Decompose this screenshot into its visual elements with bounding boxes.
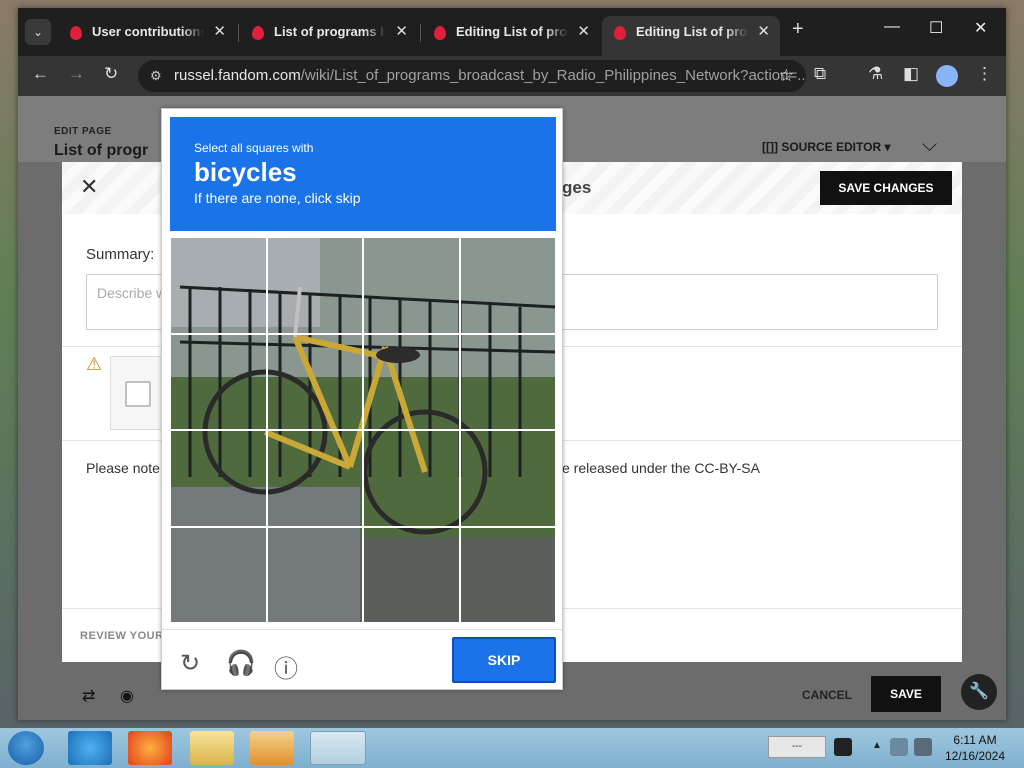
license-note-start: Please note	[86, 460, 160, 476]
warning-icon: ⚠	[86, 354, 103, 374]
recaptcha-challenge: Select all squares with bicycles If ther…	[161, 108, 563, 690]
chevron-down-icon[interactable]: ⌵	[922, 134, 937, 157]
internet-explorer-icon[interactable]	[68, 731, 112, 765]
grid-tile[interactable]	[170, 430, 267, 527]
fandom-favicon-icon	[434, 26, 446, 40]
challenge-instruction: Select all squares with	[194, 141, 314, 155]
grid-tile[interactable]	[363, 526, 460, 623]
tab-label: Editing List of progr	[456, 24, 568, 39]
save-button[interactable]: SAVE	[871, 676, 941, 712]
summary-label: Summary:	[86, 246, 155, 263]
preview-eye-icon[interactable]: ◉	[120, 686, 134, 706]
tab-label: User contributions fo	[92, 24, 204, 39]
extensions-icon[interactable]: ⧉	[814, 64, 826, 84]
site-info-icon[interactable]: ⚙	[150, 60, 162, 92]
grid-tile[interactable]	[266, 237, 363, 334]
close-icon[interactable]: ✕	[80, 174, 98, 200]
grid-tile[interactable]	[459, 237, 556, 334]
menu-kebab-icon[interactable]: ⋮	[976, 64, 993, 84]
divider	[162, 629, 562, 630]
window-close-icon[interactable]: ✕	[974, 18, 987, 38]
close-tab-icon[interactable]: ✕	[577, 16, 590, 48]
tab-editing-list-active[interactable]: Editing List of progr ✕	[602, 16, 780, 56]
fandom-favicon-icon	[70, 26, 82, 40]
media-player-icon[interactable]	[250, 731, 294, 765]
maximize-icon[interactable]: ☐	[929, 18, 943, 38]
save-changes-button[interactable]: SAVE CHANGES	[820, 171, 952, 205]
tray-item[interactable]: ---	[768, 736, 826, 758]
profile-avatar-icon[interactable]	[936, 65, 958, 87]
dialog-title: ges	[562, 178, 592, 197]
bookmark-star-icon[interactable]: ☆	[779, 60, 794, 92]
reload-icon[interactable]: ↻	[104, 64, 118, 84]
grid-tile[interactable]	[170, 237, 267, 334]
skip-button[interactable]: SKIP	[452, 637, 556, 683]
fandom-favicon-icon	[614, 26, 626, 40]
grid-tile[interactable]	[266, 526, 363, 623]
grid-tile[interactable]	[459, 430, 556, 527]
volume-muted-icon[interactable]	[914, 738, 932, 756]
toolbar: ← → ↻ ⚙ russel.fandom.com/wiki/List_of_p…	[18, 56, 1006, 96]
minimize-icon[interactable]: —	[884, 18, 900, 36]
grid-tile[interactable]	[363, 430, 460, 527]
system-clock[interactable]: 6:11 AM 12/16/2024	[940, 732, 1010, 764]
tab-strip: ⌄ User contributions fo ✕ List of progra…	[18, 8, 1006, 56]
cancel-button[interactable]: CANCEL	[802, 688, 852, 702]
grid-tile[interactable]	[170, 333, 267, 430]
edit-page-label: EDIT PAGE	[54, 126, 112, 137]
recaptcha-checkbox[interactable]	[125, 381, 151, 407]
new-tab-icon[interactable]: +	[792, 18, 804, 41]
tab-list-of-programs[interactable]: List of programs bro ✕	[240, 16, 418, 56]
tab-user-contributions[interactable]: User contributions fo ✕	[58, 16, 236, 56]
info-icon[interactable]: ⓘ	[274, 649, 298, 684]
grid-tile[interactable]	[459, 526, 556, 623]
network-icon[interactable]	[890, 738, 908, 756]
grid-tile[interactable]	[170, 526, 267, 623]
tab-label: Editing List of progr	[636, 24, 748, 39]
license-note-end: e released under the CC-BY-SA	[562, 460, 760, 476]
address-bar[interactable]: ⚙ russel.fandom.com/wiki/List_of_program…	[138, 60, 806, 92]
challenge-header: Select all squares with bicycles If ther…	[170, 117, 556, 231]
grid-tile[interactable]	[459, 333, 556, 430]
fandom-favicon-icon	[252, 26, 264, 40]
tab-editing-list-1[interactable]: Editing List of progr ✕	[422, 16, 600, 56]
source-editor-toggle[interactable]: [[]] SOURCE EDITOR ▾	[762, 140, 890, 154]
close-tab-icon[interactable]: ✕	[213, 16, 226, 48]
firefox-icon[interactable]	[128, 731, 172, 765]
close-tab-icon[interactable]: ✕	[757, 16, 770, 48]
tab-search-button[interactable]: ⌄	[25, 19, 51, 45]
back-arrow-icon[interactable]: ←	[32, 64, 49, 84]
url-path: /wiki/List_of_programs_broadcast_by_Radi…	[300, 67, 806, 84]
page-title: List of progr	[54, 142, 149, 159]
url-host: russel.fandom.com	[174, 67, 301, 84]
wrench-tools-icon[interactable]: 🔧	[961, 674, 997, 710]
challenge-target: bicycles	[194, 157, 297, 187]
windows-taskbar: --- ▲ 6:11 AM 12/16/2024	[0, 728, 1024, 768]
battery-icon[interactable]	[834, 738, 852, 756]
grid-tile[interactable]	[266, 430, 363, 527]
clock-time: 6:11 AM	[953, 733, 997, 747]
challenge-subtext: If there are none, click skip	[194, 190, 361, 206]
grid-tile[interactable]	[363, 237, 460, 334]
start-button-icon[interactable]	[8, 731, 44, 765]
side-panel-icon[interactable]: ◧	[903, 64, 919, 84]
diff-view-icon[interactable]: ⇄	[82, 686, 95, 706]
forward-arrow-icon[interactable]: →	[68, 64, 85, 84]
labs-flask-icon[interactable]: ⚗	[868, 64, 883, 84]
close-tab-icon[interactable]: ✕	[395, 16, 408, 48]
challenge-image-grid	[170, 237, 556, 623]
clock-date: 12/16/2024	[944, 749, 1006, 763]
file-explorer-icon[interactable]	[190, 731, 234, 765]
show-hidden-icons[interactable]: ▲	[872, 740, 882, 754]
audio-headphones-icon[interactable]: 🎧	[226, 649, 256, 678]
reload-challenge-icon[interactable]: ↻	[180, 649, 200, 678]
chrome-taskbar-icon[interactable]	[310, 731, 366, 765]
review-changes-label[interactable]: REVIEW YOUR	[80, 630, 164, 642]
tab-label: List of programs bro	[274, 24, 386, 39]
grid-tile[interactable]	[363, 333, 460, 430]
grid-tile[interactable]	[266, 333, 363, 430]
